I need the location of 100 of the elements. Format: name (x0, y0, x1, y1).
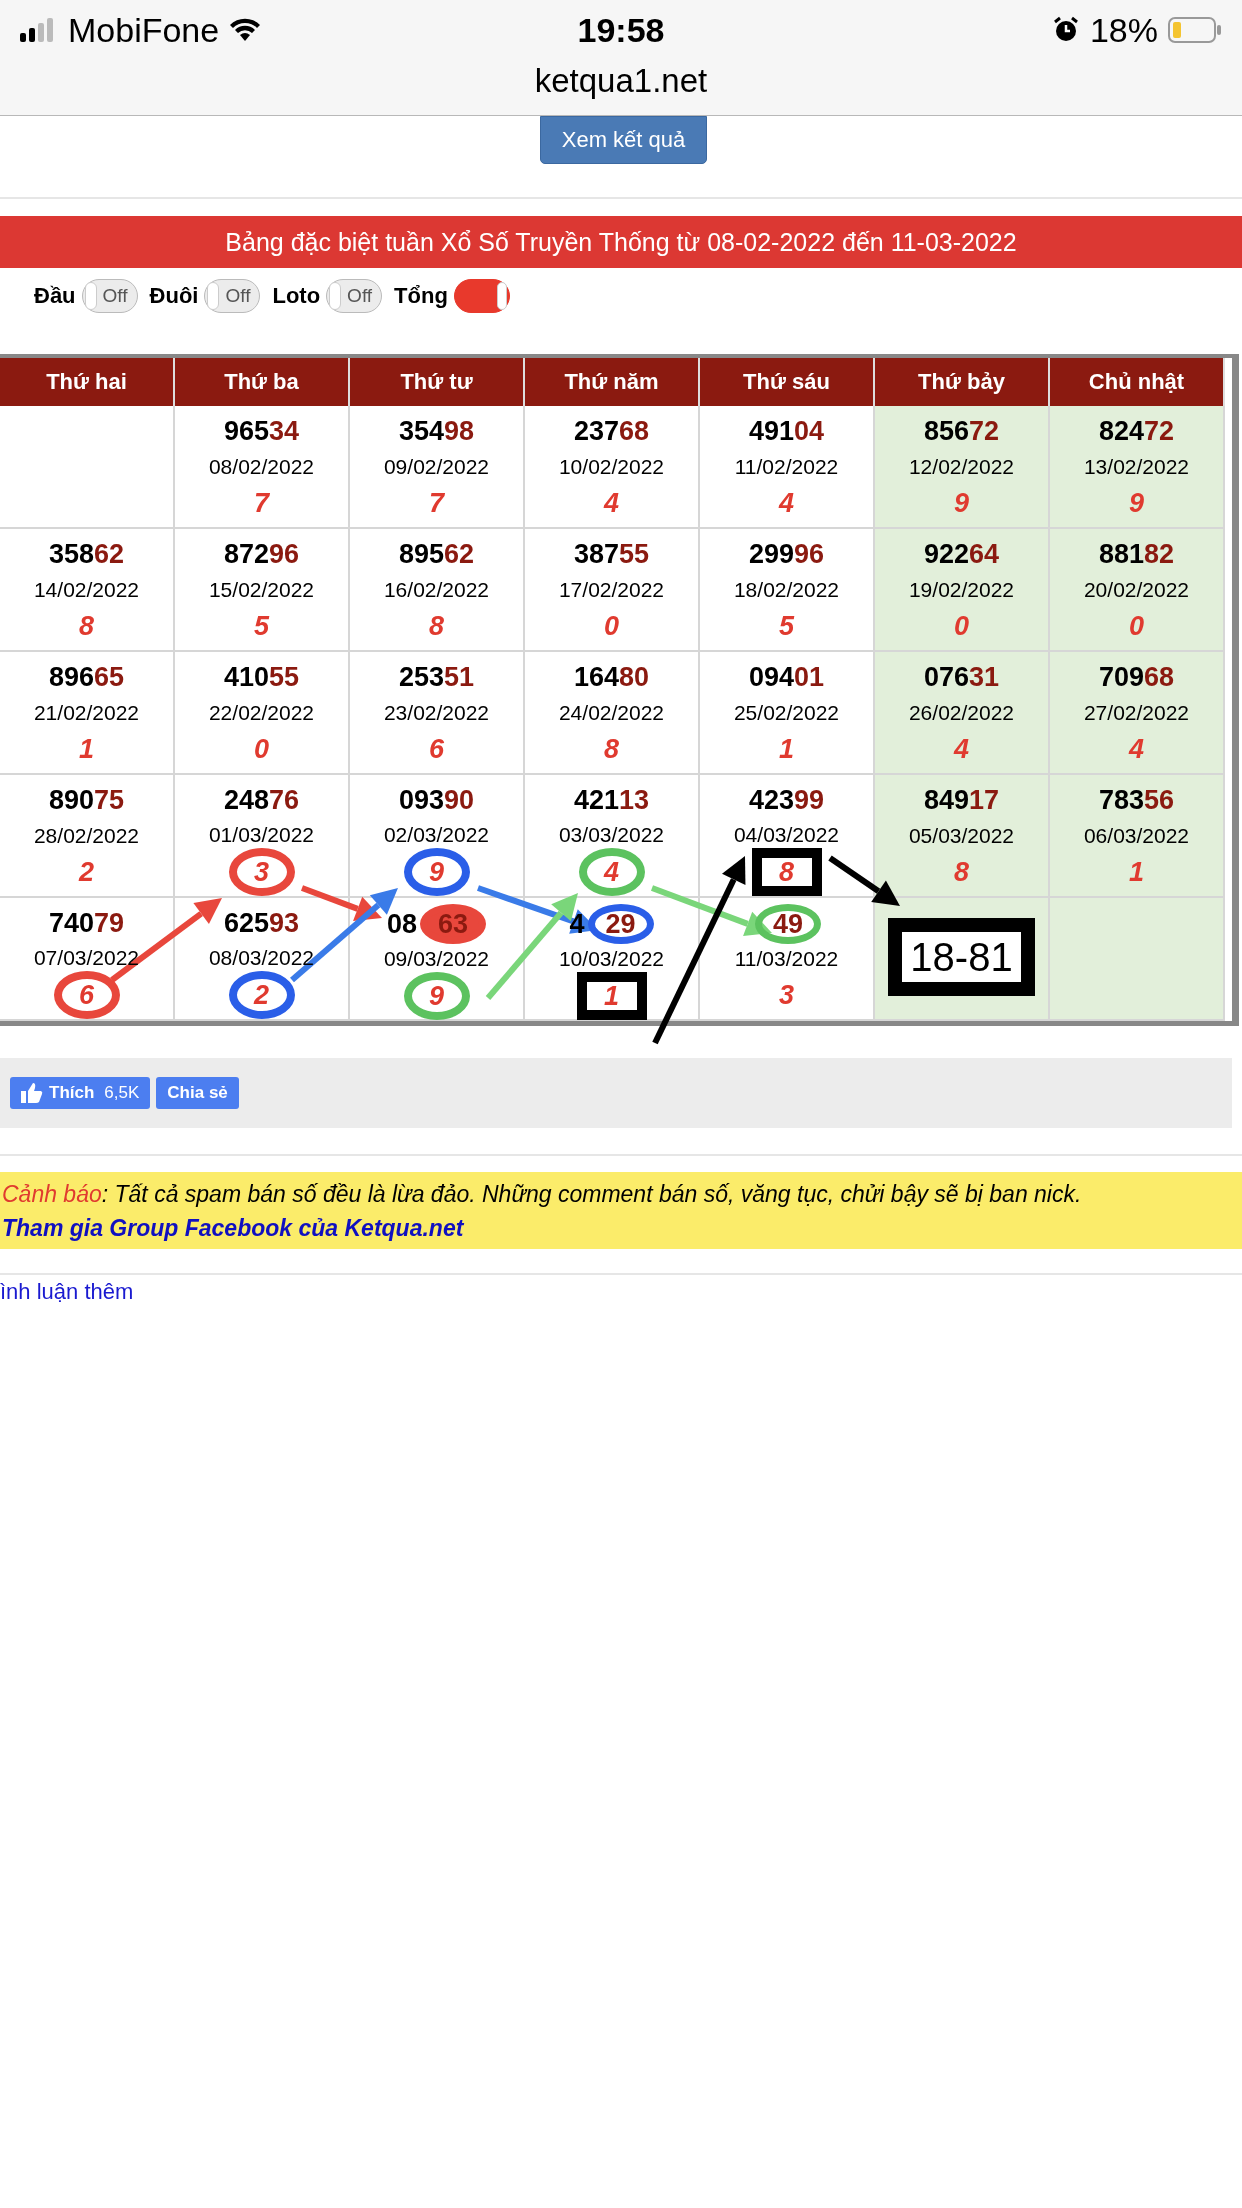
draw-date: 04/03/2022 (733, 822, 840, 848)
result-number: 70968 (1098, 661, 1175, 695)
column-header: Thứ ba (175, 358, 350, 406)
digit-sum: 7 (254, 487, 269, 519)
result-number: 16480 (573, 661, 650, 695)
draw-date: 10/03/2022 (558, 946, 665, 972)
result-number: 38755 (573, 538, 650, 572)
clock-time: 19:58 (577, 10, 665, 50)
draw-date: 14/02/2022 (33, 576, 140, 603)
result-number: 49104 (748, 415, 825, 449)
result-number: 84917 (923, 784, 1000, 818)
more-comments-link[interactable]: ình luận thêm (0, 1279, 1242, 1305)
draw-date: 08/02/2022 (208, 453, 315, 480)
draw-date: 02/03/2022 (383, 822, 490, 848)
result-number: 4 29 (569, 904, 654, 944)
like-button[interactable]: Thích 6,5K (10, 1077, 151, 1109)
toggle-switch[interactable]: Off (81, 279, 138, 313)
battery-icon (1168, 17, 1222, 43)
share-button[interactable]: Chia sẻ (156, 1077, 239, 1109)
digit-sum: 3 (228, 848, 295, 896)
draw-date: 16/02/2022 (383, 576, 490, 603)
warning-label: Cảnh báo (2, 1181, 102, 1207)
digit-sum: 7 (429, 487, 444, 519)
draw-date: 07/03/2022 (33, 945, 140, 971)
result-number: 89075 (48, 784, 125, 818)
digit-sum: 4 (1129, 733, 1144, 765)
digit-sum: 8 (954, 856, 969, 888)
draw-date: 23/02/2022 (383, 699, 490, 726)
digit-sum: 9 (403, 972, 470, 1020)
result-number: 78356 (1098, 784, 1175, 818)
digit-sum: 0 (954, 610, 969, 642)
column-header: Thứ bảy (875, 358, 1050, 406)
digit-sum: 5 (779, 610, 794, 642)
draw-date: 11/02/2022 (734, 453, 839, 480)
result-number: 08 63 (386, 904, 486, 944)
view-results-button[interactable]: Xem kết quả (539, 116, 708, 164)
toggle-switch[interactable] (453, 279, 510, 313)
result-number: 09401 (748, 661, 825, 695)
draw-date: 15/02/2022 (208, 576, 315, 603)
digit-sum: 2 (79, 856, 94, 888)
result-number: 25351 (398, 661, 475, 695)
toggle-label: Loto (272, 283, 321, 309)
result-number: 23768 (573, 415, 650, 449)
draw-date: 26/02/2022 (908, 699, 1015, 726)
draw-date: 09/02/2022 (383, 453, 490, 480)
digit-sum: 0 (254, 733, 269, 765)
result-number: 85672 (923, 415, 1000, 449)
toggle-label: Tổng (394, 283, 448, 309)
draw-date: 08/03/2022 (208, 945, 315, 971)
draw-date: 10/02/2022 (558, 453, 665, 480)
toggle-label: Đầu (34, 283, 76, 309)
draw-date: 03/03/2022 (558, 822, 665, 848)
result-number: 92264 (923, 538, 1000, 572)
draw-date: 21/02/2022 (33, 699, 140, 726)
result-number: 89665 (48, 661, 125, 695)
digit-sum: 5 (254, 610, 269, 642)
digit-sum: 9 (1129, 487, 1144, 519)
battery-percent: 18% (1089, 10, 1158, 50)
facebook-group-link[interactable]: Tham gia Group Facebook của Ketqua.net (2, 1211, 1242, 1245)
toggle-label: Đuôi (149, 283, 199, 309)
digit-sum: 4 (779, 487, 794, 519)
draw-date: 05/03/2022 (908, 822, 1015, 849)
result-number: 35862 (48, 538, 125, 572)
digit-sum: 4 (604, 487, 619, 519)
draw-date: 20/02/2022 (1083, 576, 1190, 603)
column-header: Thứ tư (350, 358, 525, 406)
wifi-icon (229, 18, 262, 42)
signal-icon (20, 18, 54, 42)
draw-date: 01/03/2022 (208, 822, 315, 848)
digit-sum: 8 (79, 610, 94, 642)
draw-date: 12/02/2022 (908, 453, 1015, 480)
draw-date: 18/02/2022 (733, 576, 840, 603)
digit-sum: 9 (954, 487, 969, 519)
draw-date: 22/02/2022 (208, 699, 315, 726)
draw-date: 19/02/2022 (908, 576, 1015, 603)
digit-sum: 4 (578, 848, 645, 896)
result-number: 82472 (1098, 415, 1175, 449)
digit-sum: 6 (429, 733, 444, 765)
result-number: 35498 (398, 415, 475, 449)
draw-date: 13/02/2022 (1083, 453, 1190, 480)
toggle-switch[interactable]: Off (326, 279, 383, 313)
result-number: 88182 (1098, 538, 1175, 572)
result-number: 89562 (398, 538, 475, 572)
result-number: 42113 (573, 784, 650, 817)
result-number: 41055 (223, 661, 300, 695)
toggle-switch[interactable]: Off (204, 279, 261, 313)
digit-sum: 8 (429, 610, 444, 642)
result-number: 96534 (223, 415, 300, 449)
draw-date: 28/02/2022 (33, 822, 140, 849)
warning-text: : Tất cả spam bán số đều là lừa đảo. Những comment bán số, văng tục, chửi bậy sẽ bị ban nick. (101, 1181, 1082, 1207)
draw-date: 06/03/2022 (1083, 822, 1190, 849)
draw-date: 09/03/2022 (383, 946, 490, 972)
digit-sum: 8 (751, 848, 822, 896)
digit-sum: 1 (79, 733, 94, 765)
address-url[interactable]: ketqua1.net (0, 60, 1242, 102)
result-number: 07631 (923, 661, 1000, 695)
carrier-name: MobiFone (68, 10, 220, 50)
digit-sum: 2 (228, 971, 295, 1019)
digit-sum: 1 (779, 733, 794, 765)
digit-sum: 6 (53, 971, 120, 1019)
